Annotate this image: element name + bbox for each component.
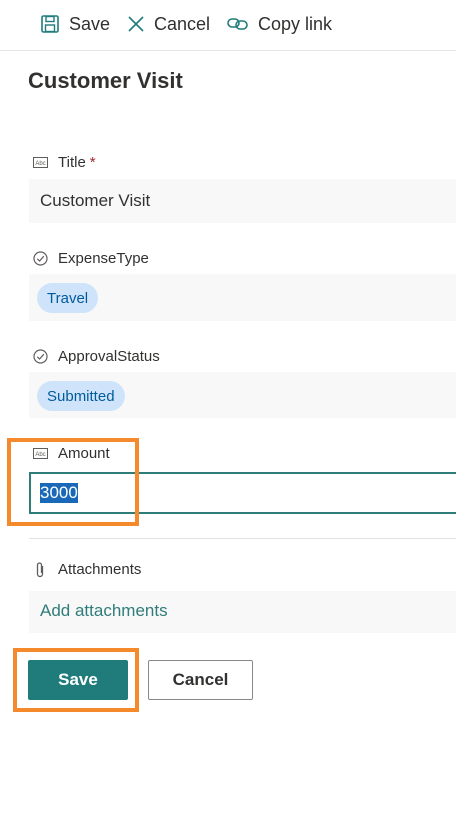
title-label-text: Title bbox=[58, 154, 86, 171]
cancel-button[interactable]: Cancel bbox=[148, 660, 253, 700]
svg-text:Abc: Abc bbox=[35, 452, 45, 458]
expense-type-label-text: ExpenseType bbox=[58, 250, 149, 267]
required-marker: * bbox=[89, 154, 96, 171]
approval-status-field[interactable]: Submitted bbox=[29, 372, 456, 418]
amount-selected-text: 3000 bbox=[40, 483, 78, 503]
amount-field-label: Abc Amount bbox=[32, 445, 110, 462]
attachments-field: Add attachments bbox=[29, 591, 456, 633]
toolbar-save-label: Save bbox=[69, 13, 111, 34]
section-divider bbox=[29, 538, 456, 539]
expense-type-field-label: ExpenseType bbox=[32, 250, 149, 267]
save-icon bbox=[40, 14, 60, 34]
approval-status-label-text: ApprovalStatus bbox=[58, 348, 160, 365]
attachments-field-label: Attachments bbox=[32, 561, 141, 578]
command-bar: Save Cancel Copy link bbox=[0, 0, 456, 51]
toolbar-save-button[interactable]: Save bbox=[40, 10, 110, 38]
link-icon bbox=[227, 16, 249, 32]
toolbar-copy-link-button[interactable]: Copy link bbox=[227, 10, 332, 38]
text-field-icon: Abc bbox=[32, 155, 48, 171]
title-field-label: Abc Title * bbox=[32, 154, 96, 171]
close-icon bbox=[127, 15, 145, 33]
save-button[interactable]: Save bbox=[28, 660, 128, 700]
approval-status-pill: Submitted bbox=[37, 381, 125, 411]
toolbar-cancel-button[interactable]: Cancel bbox=[127, 10, 210, 38]
choice-check-icon bbox=[32, 251, 48, 267]
add-attachments-link[interactable]: Add attachments bbox=[40, 601, 168, 621]
choice-check-icon bbox=[32, 349, 48, 365]
approval-status-field-label: ApprovalStatus bbox=[32, 348, 160, 365]
title-value: Customer Visit bbox=[40, 191, 151, 210]
attachments-label-text: Attachments bbox=[58, 561, 142, 578]
amount-value: 3000 bbox=[40, 483, 78, 502]
form-title: Customer Visit bbox=[28, 68, 183, 93]
expense-type-field[interactable]: Travel bbox=[29, 274, 456, 321]
amount-input[interactable] bbox=[29, 472, 456, 514]
toolbar-copy-link-label: Copy link bbox=[258, 13, 333, 34]
paperclip-icon bbox=[32, 561, 48, 578]
text-field-icon: Abc bbox=[32, 446, 48, 462]
amount-label-text: Amount bbox=[58, 445, 110, 462]
toolbar-cancel-label: Cancel bbox=[154, 13, 211, 34]
svg-text:Abc: Abc bbox=[35, 161, 45, 167]
expense-type-pill: Travel bbox=[37, 283, 99, 313]
title-field[interactable]: Customer Visit bbox=[29, 179, 456, 223]
